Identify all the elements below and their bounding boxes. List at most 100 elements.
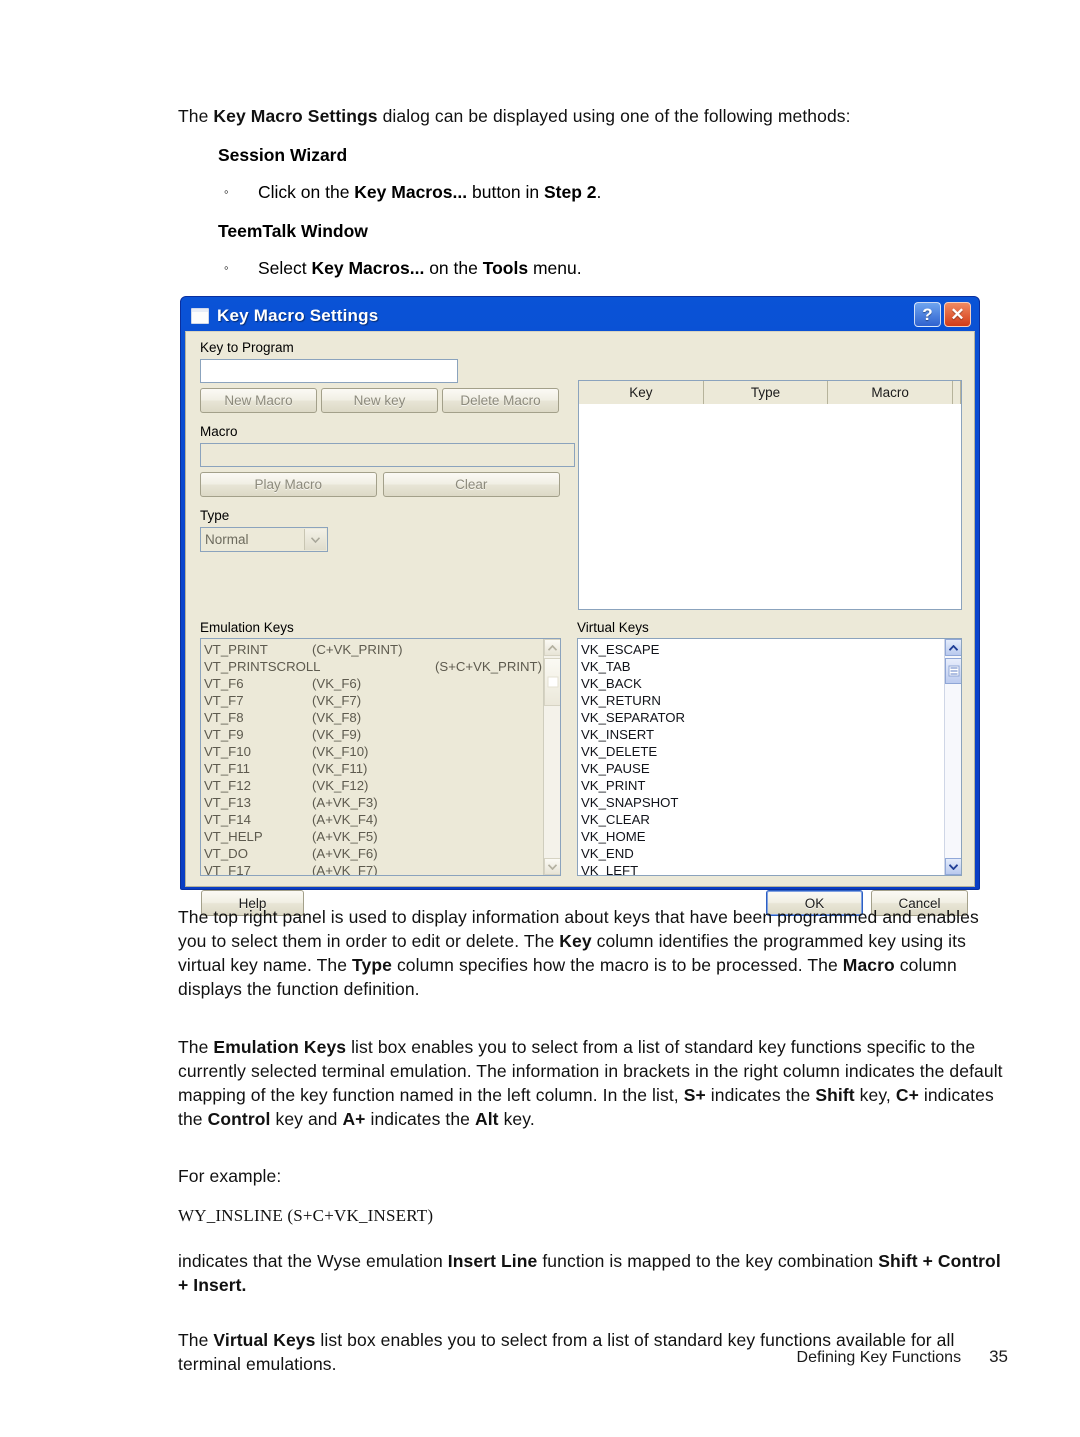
emulation-keys-items: VT_PRINT (C+VK_PRINT) VT_PRINTSCROLL (S+C+… (201, 639, 542, 875)
pex-t1: indicates that the Wyse emulation (178, 1251, 448, 1271)
list-item[interactable]: VT_F10 (VK_F10) (204, 743, 542, 760)
virtual-key-name: VK_ESCAPE (581, 642, 660, 657)
bullet-tt-p3: menu. (528, 258, 582, 278)
scroll-up-icon[interactable] (945, 639, 961, 656)
scrollbar-thumb[interactable] (544, 658, 560, 706)
bullet-teemtalk-window: ◦ Select Key Macros... on the Tools menu… (218, 256, 1003, 280)
list-item[interactable]: VK_PAUSE (581, 760, 943, 777)
scrollbar-grip-icon (547, 676, 558, 688)
virtual-key-name: VK_END (581, 846, 634, 861)
list-item[interactable]: VK_END (581, 845, 943, 862)
pv-b1: Virtual Keys (213, 1330, 316, 1350)
virtual-key-name: VK_RETURN (581, 693, 661, 708)
list-item[interactable]: VK_ESCAPE (581, 641, 943, 658)
new-macro-button[interactable]: New Macro (200, 388, 317, 413)
programmed-keys-grid[interactable]: Key Type Macro (578, 380, 962, 610)
list-item[interactable]: VT_HELP (A+VK_F5) (204, 828, 542, 845)
list-item[interactable]: VT_F6 (VK_F6) (204, 675, 542, 692)
virtual-keys-listbox[interactable]: VK_ESCAPE VK_TAB VK_BACK VK_RETURN VK_SE… (577, 638, 962, 876)
key-to-program-input[interactable] (200, 359, 458, 383)
list-item[interactable]: VT_F12 (VK_F12) (204, 777, 542, 794)
emu-key-name: VT_PRINT (204, 642, 268, 657)
emulation-keys-listbox[interactable]: VT_PRINT (C+VK_PRINT) VT_PRINTSCROLL (S+C+… (200, 638, 561, 876)
virtual-key-name: VK_INSERT (581, 727, 655, 742)
bullet-teemtalk-text: Select Key Macros... on the Tools menu. (258, 256, 582, 280)
virtual-key-name: VK_LEFT (581, 863, 639, 875)
list-item[interactable]: VT_F11 (VK_F11) (204, 760, 542, 777)
grid-column-key[interactable]: Key (579, 381, 704, 404)
bullet-session-wizard: ◦ Click on the Key Macros... button in S… (218, 180, 1003, 204)
list-item[interactable]: VT_F9 (VK_F9) (204, 726, 542, 743)
scroll-down-icon[interactable] (544, 858, 560, 875)
document-bottom-text: The top right panel is used to display i… (178, 905, 1008, 1376)
close-icon[interactable]: ✕ (944, 302, 971, 327)
clear-button[interactable]: Clear (382, 472, 560, 497)
emu-key-name: VT_F10 (204, 744, 251, 759)
type-dropdown[interactable]: Normal (200, 527, 328, 552)
scrollbar-grip-icon (948, 665, 959, 677)
list-item[interactable]: VK_DELETE (581, 743, 943, 760)
delete-macro-button[interactable]: Delete Macro (442, 388, 559, 413)
list-item[interactable]: VK_HOME (581, 828, 943, 845)
virtual-keys-section: Virtual Keys (577, 620, 937, 636)
pe-t6: key and (270, 1109, 343, 1129)
list-item[interactable]: VK_BACK (581, 675, 943, 692)
grid-column-spacer (953, 381, 962, 404)
ptr-b2: Type (352, 955, 392, 975)
virtual-key-name: VK_BACK (581, 676, 642, 691)
list-item[interactable]: VT_PRINTSCROLL (S+C+VK_PRINT) (204, 658, 542, 675)
pe-t3: indicates the (705, 1085, 816, 1105)
virtual-key-name: VK_CLEAR (581, 812, 650, 827)
help-icon[interactable]: ? (914, 302, 941, 327)
list-item[interactable]: VK_SEPARATOR (581, 709, 943, 726)
ptr-b1: Key (559, 931, 592, 951)
grid-empty-body[interactable] (579, 404, 961, 609)
list-item[interactable]: VT_F17 (A+VK_F7) (204, 862, 542, 875)
scrollbar-thumb[interactable] (945, 658, 961, 684)
list-item[interactable]: VT_F7 (VK_F7) (204, 692, 542, 709)
emu-key-mapping: (C+VK_PRINT) (312, 642, 403, 657)
list-item[interactable]: VK_RETURN (581, 692, 943, 709)
macro-value (201, 444, 574, 447)
bullet-sw-p2: button in (467, 182, 544, 202)
scroll-down-icon[interactable] (945, 858, 961, 875)
list-item[interactable]: VK_TAB (581, 658, 943, 675)
list-item[interactable]: VK_LEFT (581, 862, 943, 875)
list-item[interactable]: VK_CLEAR (581, 811, 943, 828)
virtual-key-name: VK_HOME (581, 829, 646, 844)
emu-key-name: VT_DO (204, 846, 248, 861)
emu-key-mapping: (VK_F12) (312, 778, 369, 793)
grid-column-type[interactable]: Type (704, 381, 829, 404)
macro-input[interactable] (200, 443, 575, 467)
virtual-keys-scrollbar[interactable] (944, 639, 961, 875)
type-selected-value: Normal (205, 532, 249, 547)
emu-key-mapping: (VK_F6) (312, 676, 362, 691)
emulation-keys-scrollbar[interactable] (543, 639, 560, 875)
play-macro-button[interactable]: Play Macro (200, 472, 377, 497)
virtual-key-name: VK_TAB (581, 659, 631, 674)
list-item[interactable]: VK_INSERT (581, 726, 943, 743)
dialog-title: Key Macro Settings (217, 305, 379, 325)
intro-paragraph: The Key Macro Settings dialog can be dis… (178, 104, 1003, 128)
list-item[interactable]: VK_PRINT (581, 777, 943, 794)
pe-b7: Alt (474, 1109, 499, 1129)
chevron-down-icon[interactable] (304, 529, 326, 550)
list-item[interactable]: VT_F13 (A+VK_F3) (204, 794, 542, 811)
dialog-titlebar[interactable]: Key Macro Settings ? ✕ (185, 300, 975, 331)
key-to-program-label: Key to Program (200, 340, 294, 355)
list-item[interactable]: VT_F8 (VK_F8) (204, 709, 542, 726)
titlebar-buttons: ? ✕ (914, 302, 971, 327)
list-item[interactable]: VT_F14 (A+VK_F4) (204, 811, 542, 828)
page-root: The Key Macro Settings dialog can be dis… (0, 0, 1080, 1437)
new-key-button[interactable]: New key (321, 388, 438, 413)
virtual-key-name: VK_PAUSE (581, 761, 650, 776)
grid-column-macro[interactable]: Macro (828, 381, 954, 404)
section-heading-teemtalk-window: TeemTalk Window (218, 221, 368, 241)
list-item[interactable]: VK_SNAPSHOT (581, 794, 943, 811)
scroll-up-icon[interactable] (544, 639, 560, 656)
bullet-marker-icon: ◦ (224, 260, 229, 275)
bullet-session-wizard-text: Click on the Key Macros... button in Ste… (258, 180, 601, 204)
emu-key-mapping: (VK_F10) (312, 744, 369, 759)
list-item[interactable]: VT_DO (A+VK_F6) (204, 845, 542, 862)
list-item[interactable]: VT_PRINT (C+VK_PRINT) (204, 641, 542, 658)
